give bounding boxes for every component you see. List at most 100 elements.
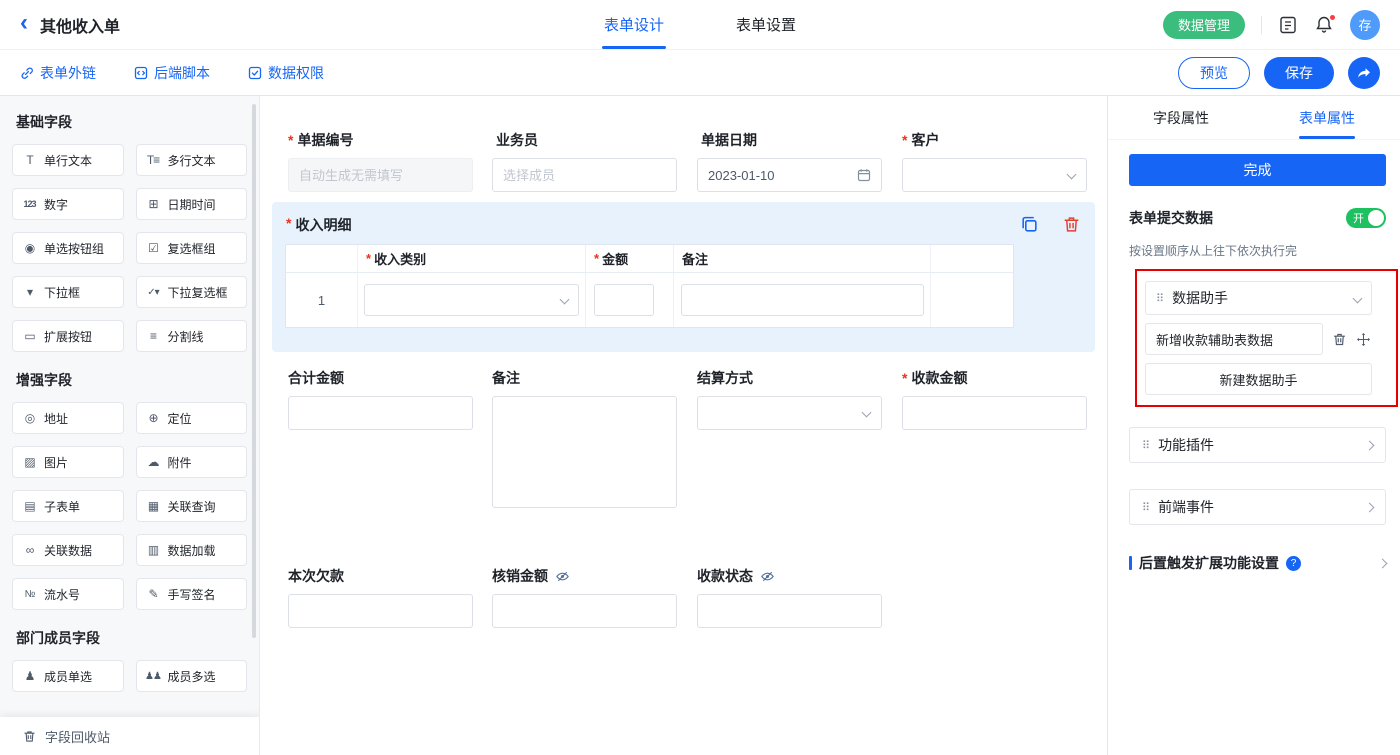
field-current-debt[interactable]: 本次欠款 — [288, 566, 473, 628]
script-icon — [134, 66, 148, 80]
field-settlement-method[interactable]: 结算方式 — [697, 368, 882, 430]
data-load-icon: ▥ — [145, 543, 162, 557]
recycle-bin-icon — [22, 729, 37, 744]
data-assistant-item[interactable]: 新增收款辅助表数据 — [1145, 323, 1323, 355]
sidebar-item-radio-group[interactable]: ◉单选按钮组 — [12, 232, 124, 264]
share-button[interactable] — [1348, 57, 1380, 89]
sidebar-item-member-multi[interactable]: ♟♟成员多选 — [136, 660, 248, 692]
backend-script-link[interactable]: 后端脚本 — [134, 63, 210, 83]
trash-icon[interactable] — [1062, 215, 1081, 239]
sidebar-item-linked-data[interactable]: ∞关联数据 — [12, 534, 124, 566]
sidebar-scrollbar[interactable] — [252, 104, 256, 638]
sidebar-item-single-line-text[interactable]: T单行文本 — [12, 144, 124, 176]
sidebar-item-location[interactable]: ⊕定位 — [136, 402, 248, 434]
sidebar-item-divider[interactable]: ≡分割线 — [136, 320, 248, 352]
sidebar-item-checkbox-group[interactable]: ☑复选框组 — [136, 232, 248, 264]
field-receipt-amount[interactable]: *收款金额 — [902, 368, 1087, 430]
topbar-right: 数据管理 存 — [1163, 10, 1380, 40]
sidebar-item-select[interactable]: ▾下拉框 — [12, 276, 124, 308]
data-assistant-header[interactable]: ⠿ 数据助手 — [1145, 281, 1372, 315]
sidebar-item-number[interactable]: 123数字 — [12, 188, 124, 220]
data-permission-link[interactable]: 数据权限 — [248, 63, 324, 83]
subform-income-detail[interactable]: *收入明细 *收入类别 *金额 备注 1 — [272, 202, 1095, 352]
sidebar-item-image[interactable]: ▨图片 — [12, 446, 124, 478]
field-receipt-status[interactable]: 收款状态 — [697, 566, 882, 628]
salesman-input[interactable] — [503, 168, 666, 183]
back-icon[interactable]: ‹ — [20, 11, 28, 35]
sidebar-item-subform[interactable]: ▤子表单 — [12, 490, 124, 522]
avatar[interactable]: 存 — [1350, 10, 1380, 40]
save-button[interactable]: 保存 — [1264, 57, 1334, 89]
field-total-amount[interactable]: 合计金额 — [288, 368, 473, 430]
sidebar-item-data-load[interactable]: ▥数据加载 — [136, 534, 248, 566]
function-plugin-row[interactable]: ⠿ 功能插件 — [1129, 427, 1386, 463]
done-button[interactable]: 完成 — [1129, 154, 1386, 186]
tab-form-design[interactable]: 表单设计 — [600, 0, 668, 49]
bill-date-input[interactable] — [708, 168, 857, 183]
link-icon — [20, 66, 34, 80]
bill-no-input[interactable] — [299, 168, 462, 183]
sidebar-item-extend-button[interactable]: ▭扩展按钮 — [12, 320, 124, 352]
subform-col-amount: *金额 — [586, 245, 674, 273]
tab-field-properties[interactable]: 字段属性 — [1108, 96, 1254, 139]
post-trigger-settings-row[interactable]: 后置触发扩展功能设置 ? — [1129, 553, 1386, 573]
bell-icon[interactable] — [1314, 15, 1334, 35]
tab-form-settings[interactable]: 表单设置 — [732, 0, 800, 49]
help-icon[interactable]: ? — [1286, 556, 1301, 571]
preview-button[interactable]: 预览 — [1178, 57, 1250, 89]
sidebar-item-address[interactable]: ◎地址 — [12, 402, 124, 434]
post-trigger-label: 后置触发扩展功能设置 — [1139, 553, 1279, 573]
receipt-amount-input[interactable] — [913, 406, 1076, 421]
sidebar-item-label: 日期时间 — [168, 196, 216, 213]
field-salesman[interactable]: 业务员 — [492, 130, 677, 192]
page-title: 其他收入单 — [40, 13, 120, 37]
frontend-event-row[interactable]: ⠿ 前端事件 — [1129, 489, 1386, 525]
submit-data-toggle[interactable]: 开 — [1346, 208, 1386, 228]
receipt-status-input[interactable] — [708, 604, 871, 619]
panel-body: 完成 表单提交数据 开 按设置顺序从上往下依次执行完 ⠿ 数据助手 — [1108, 140, 1400, 755]
field-bill-date[interactable]: 单据日期 — [697, 130, 882, 192]
sidebar-item-multi-select[interactable]: ✓▾下拉复选框 — [136, 276, 248, 308]
new-data-assistant-button[interactable]: 新建数据助手 — [1145, 363, 1372, 395]
field-bill-no[interactable]: *单据编号 — [288, 130, 473, 192]
amount-input[interactable] — [594, 284, 654, 316]
writeoff-amount-input[interactable] — [503, 604, 666, 619]
field-label-text: 合计金额 — [288, 368, 344, 388]
sidebar-item-serial-number[interactable]: №流水号 — [12, 578, 124, 610]
settlement-method-select[interactable] — [697, 396, 882, 430]
customer-select[interactable] — [902, 158, 1087, 192]
remark-textarea[interactable] — [492, 396, 677, 508]
form-external-link[interactable]: 表单外链 — [20, 63, 96, 83]
attachment-icon: ☁ — [145, 455, 162, 469]
drag-handle-icon[interactable]: ⠿ — [1142, 501, 1150, 514]
sidebar-item-label: 下拉框 — [44, 284, 80, 301]
field-customer[interactable]: *客户 — [902, 130, 1087, 192]
copy-icon[interactable] — [1020, 215, 1039, 239]
drag-handle-icon[interactable]: ⠿ — [1156, 292, 1164, 305]
required-asterisk: * — [902, 370, 907, 386]
sidebar-item-signature[interactable]: ✎手写签名 — [136, 578, 248, 610]
sidebar-item-multi-line-text[interactable]: T≡多行文本 — [136, 144, 248, 176]
sidebar-item-datetime[interactable]: ⊞日期时间 — [136, 188, 248, 220]
data-manage-button[interactable]: 数据管理 — [1163, 11, 1245, 39]
field-writeoff-amount[interactable]: 核销金额 — [492, 566, 677, 628]
delete-assistant-icon[interactable] — [1332, 332, 1347, 347]
total-amount-input[interactable] — [299, 406, 462, 421]
sidebar-item-linked-query[interactable]: ▦关联查询 — [136, 490, 248, 522]
required-asterisk: * — [594, 251, 599, 266]
field-remark[interactable]: 备注 — [492, 368, 677, 513]
move-assistant-icon[interactable] — [1356, 332, 1371, 347]
tab-form-properties[interactable]: 表单属性 — [1254, 96, 1400, 139]
document-icon[interactable] — [1278, 15, 1298, 35]
field-recycle-bin[interactable]: 字段回收站 — [0, 717, 260, 755]
linked-query-icon: ▦ — [145, 499, 162, 513]
current-debt-input[interactable] — [299, 604, 462, 619]
sidebar-item-member-single[interactable]: ♟成员单选 — [12, 660, 124, 692]
field-label-text: 业务员 — [496, 130, 538, 150]
drag-handle-icon[interactable]: ⠿ — [1142, 439, 1150, 452]
income-type-select[interactable] — [364, 284, 579, 316]
remark-input[interactable] — [681, 284, 924, 316]
field-label: 单据日期 — [697, 130, 882, 150]
sidebar-item-attachment[interactable]: ☁附件 — [136, 446, 248, 478]
form-toolbar: 表单外链 后端脚本 数据权限 预览 保存 — [0, 50, 1400, 96]
